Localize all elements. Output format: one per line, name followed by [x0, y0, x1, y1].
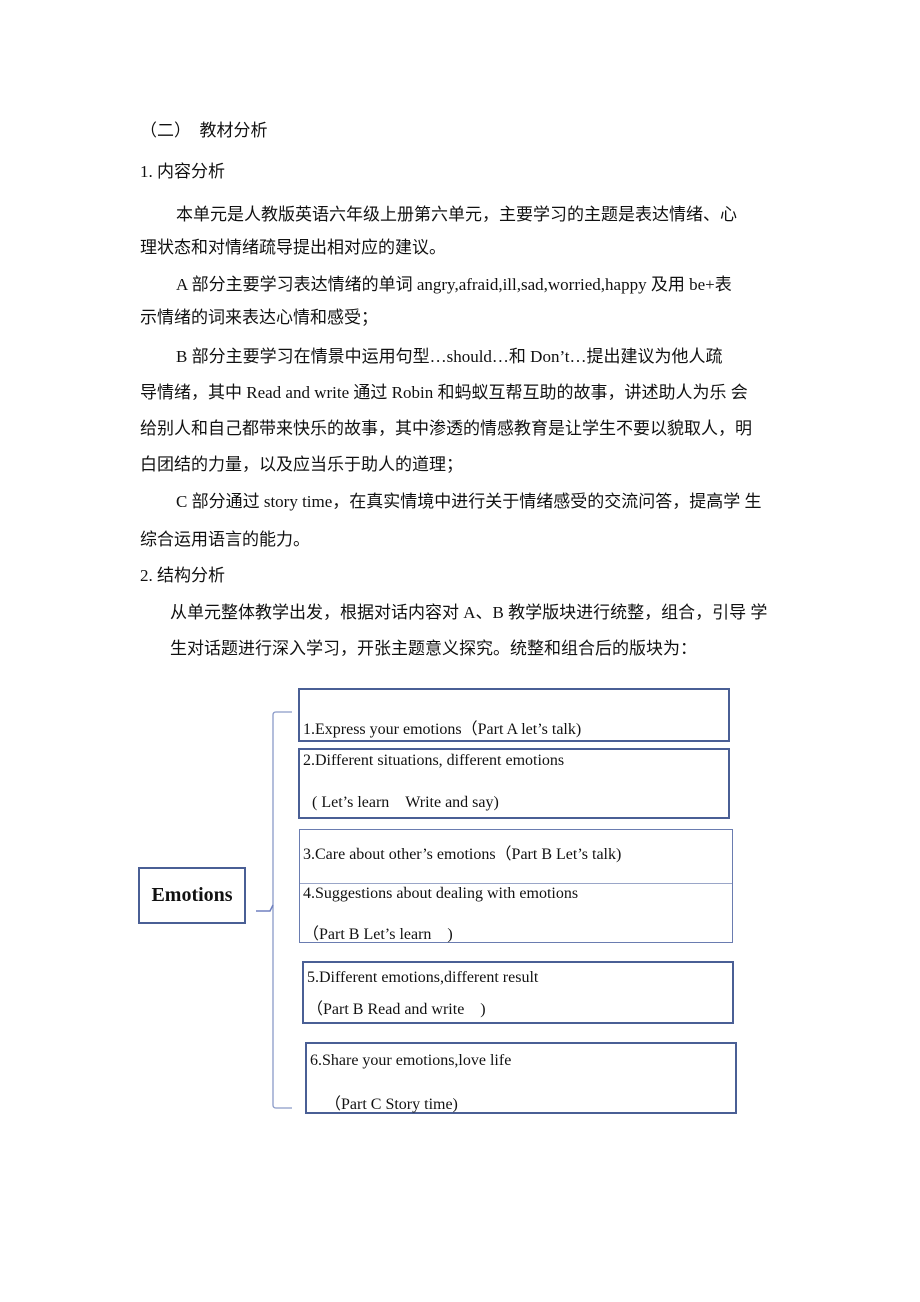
- paragraph-line: 从单元整体教学出发，根据对话内容对 A、B 教学版块进行统整，组合，引导 学: [170, 603, 768, 622]
- paragraph-line: 导情绪，其中 Read and write 通过 Robin 和蚂蚁互帮互助的故…: [140, 383, 748, 402]
- paragraph-line: 综合运用语言的能力。: [140, 530, 310, 549]
- subheading-content-analysis: 1. 内容分析: [140, 162, 225, 181]
- node-text: ( Let’s learn Write and say): [312, 794, 499, 811]
- node-text: （Part B Read and write ): [307, 1001, 486, 1018]
- paragraph-line: A 部分主要学习表达情绪的单词 angry,afraid,ill,sad,wor…: [176, 275, 732, 294]
- node-text: 5.Different emotions,different result: [307, 969, 539, 986]
- node-text: 4.Suggestions about dealing with emotion…: [303, 885, 579, 902]
- bracket-connector: [256, 711, 292, 1109]
- node-1: 1.Express your emotions（Part A let’s tal…: [298, 688, 730, 742]
- node-text: （Part B Let’s learn ): [303, 926, 453, 943]
- paragraph-line: 本单元是人教版英语六年级上册第六单元，主要学习的主题是表达情绪、心: [176, 205, 737, 224]
- node-text: 2.Different situations, different emotio…: [303, 752, 565, 769]
- node-6: 6.Share your emotions,love life （Part C …: [305, 1042, 737, 1114]
- node-text: 1.Express your emotions（Part A let’s tal…: [303, 721, 582, 738]
- node-text: （Part C Story time): [325, 1096, 458, 1113]
- subheading-structure-analysis: 2. 结构分析: [140, 566, 225, 585]
- section-heading: （二） 教材分析: [140, 121, 268, 140]
- paragraph-line: 白团结的力量，以及应当乐于助人的道理；: [140, 455, 463, 474]
- paragraph-line: 示情绪的词来表达心情和感受；: [140, 308, 378, 327]
- paragraph-line: 理状态和对情绪疏导提出相对应的建议。: [140, 238, 446, 257]
- divider: [300, 883, 732, 884]
- node-text: 6.Share your emotions,love life: [310, 1052, 512, 1069]
- node-3-4-group: 3.Care about other’s emotions（Part B Let…: [299, 829, 733, 943]
- paragraph-line: 生对话题进行深入学习，开张主题意义探究。统整和组合后的版块为：: [170, 639, 697, 658]
- document-page: （二） 教材分析 1. 内容分析 本单元是人教版英语六年级上册第六单元，主要学习…: [0, 0, 920, 1302]
- node-text: 3.Care about other’s emotions（Part B Let…: [303, 846, 622, 863]
- paragraph-line: B 部分主要学习在情景中运用句型…should…和 Don’t…提出建议为他人疏: [176, 347, 723, 366]
- node-5: 5.Different emotions,different result （P…: [302, 961, 734, 1024]
- paragraph-line: C 部分通过 story time，在真实情境中进行关于情绪感受的交流问答，提高…: [176, 492, 762, 511]
- root-node: Emotions: [138, 867, 246, 924]
- paragraph-line: 给别人和自己都带来快乐的故事，其中渗透的情感教育是让学生不要以貌取人，明: [140, 419, 752, 438]
- node-2: 2.Different situations, different emotio…: [298, 748, 730, 819]
